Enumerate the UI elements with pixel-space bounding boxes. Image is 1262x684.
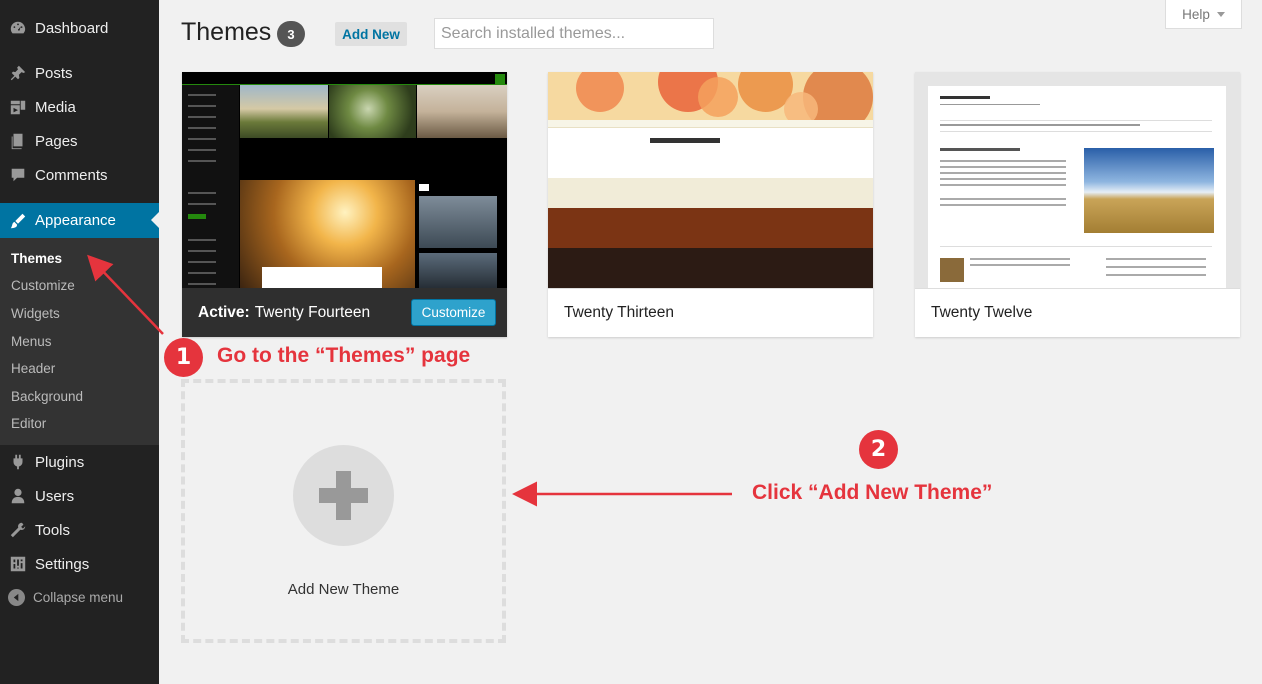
add-new-button[interactable]: Add New	[335, 22, 407, 46]
theme-count-badge: 3	[277, 21, 305, 47]
wrench-icon	[9, 521, 27, 539]
menu-plugins[interactable]: Plugins	[0, 445, 159, 479]
theme-card-twenty-thirteen[interactable]: Twenty Thirteen	[548, 72, 873, 337]
menu-label: Posts	[35, 64, 73, 82]
brush-icon	[9, 212, 27, 230]
menu-appearance[interactable]: Appearance	[0, 203, 159, 238]
theme-screenshot	[915, 72, 1240, 288]
menu-label: Plugins	[35, 453, 85, 471]
user-icon	[9, 487, 27, 505]
theme-name: Twenty Thirteen	[564, 304, 674, 321]
dashboard-icon	[9, 19, 27, 37]
plug-icon	[9, 453, 27, 471]
menu-label: Settings	[35, 555, 90, 573]
customize-button[interactable]: Customize	[411, 299, 496, 326]
submenu-widgets[interactable]: Widgets	[11, 306, 60, 321]
admin-sidebar: Dashboard Posts Media Pages Comments App…	[0, 0, 159, 684]
step-1-text: Go to the “Themes” page	[217, 344, 471, 367]
step-2-badge: 2	[859, 430, 898, 469]
submenu-customize[interactable]: Customize	[11, 278, 75, 293]
theme-screenshot	[182, 72, 507, 288]
menu-pages[interactable]: Pages	[0, 124, 159, 158]
page-title: Themes	[181, 18, 272, 46]
submenu-menus[interactable]: Menus	[11, 334, 52, 349]
menu-posts[interactable]: Posts	[0, 56, 159, 90]
menu-label: Tools	[35, 521, 71, 539]
active-prefix: Active:	[198, 303, 250, 321]
plus-icon	[293, 445, 394, 546]
menu-comments[interactable]: Comments	[0, 158, 159, 192]
pin-icon	[9, 64, 27, 82]
menu-label: Pages	[35, 132, 78, 150]
submenu-themes[interactable]: Themes	[11, 251, 62, 266]
help-label: Help	[1182, 6, 1210, 22]
help-tab[interactable]: Help	[1165, 0, 1242, 29]
theme-name: Twenty Twelve	[931, 304, 1033, 321]
media-icon	[9, 98, 27, 116]
caret-down-icon	[1216, 11, 1225, 17]
menu-label: Media	[35, 98, 76, 116]
pages-icon	[9, 132, 27, 150]
menu-label: Comments	[35, 166, 108, 184]
step-2-text: Click “Add New Theme”	[752, 481, 993, 504]
collapse-menu-button[interactable]: Collapse menu	[8, 589, 123, 606]
menu-settings[interactable]: Settings	[0, 547, 159, 581]
collapse-label: Collapse menu	[33, 590, 124, 605]
theme-info-bar: Twenty Thirteen	[548, 288, 873, 337]
menu-label: Users	[35, 487, 75, 505]
menu-media[interactable]: Media	[0, 90, 159, 124]
menu-dashboard[interactable]: Dashboard	[0, 11, 159, 45]
theme-screenshot	[548, 72, 873, 288]
menu-label: Dashboard	[35, 19, 109, 37]
submenu-editor[interactable]: Editor	[11, 416, 46, 431]
menu-users[interactable]: Users	[0, 479, 159, 513]
menu-label: Appearance	[35, 212, 116, 229]
theme-name: Twenty Fourteen	[254, 303, 371, 321]
submenu-header[interactable]: Header	[11, 361, 55, 376]
add-new-theme-label: Add New Theme	[287, 581, 400, 598]
collapse-arrow-icon	[8, 589, 25, 606]
step-1-badge: 1	[164, 338, 203, 377]
add-new-theme-card[interactable]: Add New Theme	[181, 379, 506, 643]
search-themes-input[interactable]	[434, 18, 714, 49]
comment-icon	[9, 166, 27, 184]
theme-card-twenty-twelve[interactable]: Twenty Twelve	[915, 72, 1240, 337]
theme-card-twenty-fourteen[interactable]: Active: Twenty Fourteen Customize	[182, 72, 507, 337]
theme-info-bar: Twenty Twelve	[915, 288, 1240, 337]
settings-icon	[9, 555, 27, 573]
appearance-submenu: Themes Customize Widgets Menus Header Ba…	[0, 238, 159, 445]
submenu-background[interactable]: Background	[11, 389, 83, 404]
menu-tools[interactable]: Tools	[0, 513, 159, 547]
theme-info-bar: Active: Twenty Fourteen Customize	[182, 288, 507, 337]
